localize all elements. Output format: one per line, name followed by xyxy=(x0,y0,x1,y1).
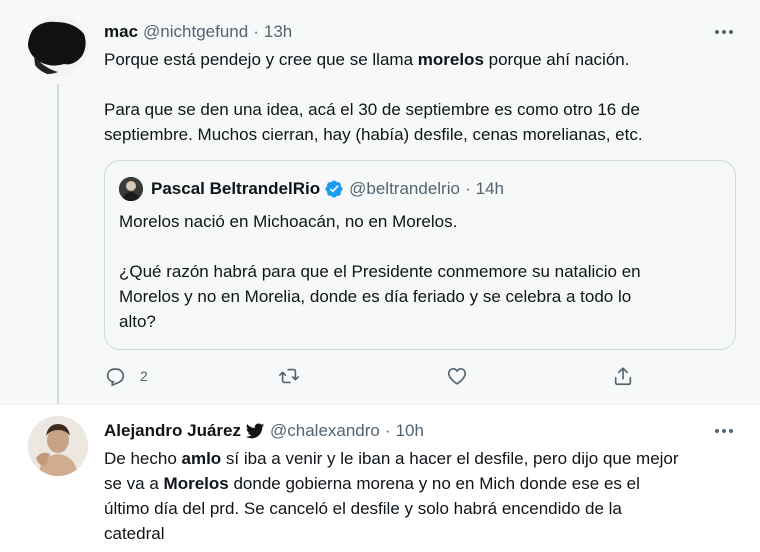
reply-button[interactable]: 2 xyxy=(104,364,148,388)
display-name[interactable]: mac xyxy=(104,22,138,42)
tweet-mac[interactable]: mac @nichtgefund · 13h Porque está pende… xyxy=(0,0,760,410)
tweet-paragraph-line: catedral xyxy=(104,524,165,543)
user-handle[interactable]: @nichtgefund xyxy=(143,22,248,42)
quote-paragraph-line: ¿Qué razón habrá para que el Presidente … xyxy=(119,262,641,281)
like-button[interactable] xyxy=(446,364,468,388)
quote-timestamp: 14h xyxy=(475,179,504,198)
display-name[interactable]: Alejandro Juárez xyxy=(104,421,241,441)
highlighted-term: amlo xyxy=(181,449,222,468)
highlighted-term: Morelos xyxy=(163,474,229,493)
bird-icon xyxy=(245,423,265,439)
more-options-icon[interactable] xyxy=(712,20,736,44)
separator: · xyxy=(253,22,259,41)
quote-paragraph-line: alto? xyxy=(119,312,156,331)
quoted-tweet[interactable]: Pascal BeltrandelRio @beltrandelrio · 14… xyxy=(104,160,736,350)
avatar-image xyxy=(28,16,88,76)
tweet-header: Alejandro Juárez @chalexandro · 10h xyxy=(104,419,424,443)
avatar[interactable] xyxy=(28,16,88,76)
tweet-paragraph-line: De hecho amlo sí iba a venir y le iban a… xyxy=(104,449,679,468)
share-button[interactable] xyxy=(612,364,634,388)
thread-line xyxy=(57,84,59,410)
heart-icon xyxy=(447,368,467,385)
quote-header: Pascal BeltrandelRio @beltrandelrio · 14… xyxy=(151,177,504,201)
timestamp[interactable]: 13h xyxy=(264,22,292,42)
tweet-paragraph-line: Para que se den una idea, acá el 30 de s… xyxy=(104,100,640,119)
separator: · xyxy=(384,421,391,440)
highlighted-term: morelos xyxy=(417,50,484,69)
tweet-header: mac @nichtgefund · 13h xyxy=(104,20,292,44)
quote-display-name: Pascal BeltrandelRio xyxy=(151,179,321,198)
timestamp[interactable]: 10h xyxy=(396,421,424,441)
retweet-icon xyxy=(279,368,299,384)
quote-paragraph-line: Morelos y no en Morelia, donde es día fe… xyxy=(119,287,632,306)
share-icon xyxy=(614,367,632,386)
separator: · xyxy=(464,179,471,198)
tweet-actions: 2 xyxy=(104,364,644,388)
avatar[interactable] xyxy=(28,416,88,476)
quote-user-handle: @beltrandelrio xyxy=(349,179,460,198)
tweet-paragraph-line: septiembre. Muchos cierran, hay (había) … xyxy=(104,125,643,144)
tweet-paragraph-line: último día del prd. Se canceló el desfil… xyxy=(104,499,622,518)
reply-icon xyxy=(106,368,125,387)
avatar-image xyxy=(28,416,88,476)
user-handle[interactable]: @chalexandro xyxy=(270,421,380,441)
quote-text: Morelos nació en Michoacán, no en Morelo… xyxy=(119,209,719,334)
tweet-text: Porque está pendejo y cree que se llama … xyxy=(104,47,740,147)
quote-avatar xyxy=(119,177,143,201)
more-options-icon[interactable] xyxy=(712,419,736,443)
tweet-paragraph: Porque está pendejo y cree que se llama … xyxy=(104,50,630,69)
verified-badge-icon xyxy=(325,180,343,198)
quote-paragraph: Morelos nació en Michoacán, no en Morelo… xyxy=(119,212,458,231)
reply-count: 2 xyxy=(140,368,148,384)
tweet-paragraph-line: se va a Morelos donde gobierna morena y … xyxy=(104,474,640,493)
tweet-text: De hecho amlo sí iba a venir y le iban a… xyxy=(104,446,740,546)
retweet-button[interactable] xyxy=(278,364,300,388)
